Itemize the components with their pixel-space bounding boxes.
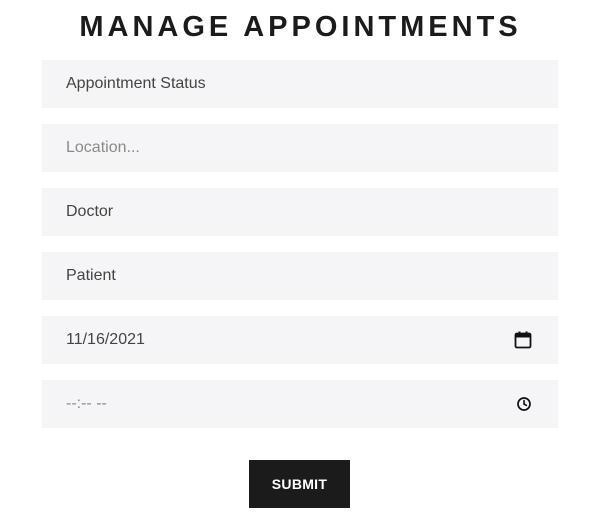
location-input[interactable]: Location... bbox=[42, 124, 558, 172]
time-placeholder: --:-- -- bbox=[66, 395, 107, 412]
doctor-select[interactable]: Doctor bbox=[42, 188, 558, 236]
patient-value: Patient bbox=[66, 267, 116, 284]
appointment-status-select[interactable]: Appointment Status bbox=[42, 60, 558, 108]
doctor-value: Doctor bbox=[66, 203, 114, 220]
page-title: MANAGE APPOINTMENTS bbox=[79, 11, 522, 43]
clock-icon[interactable] bbox=[516, 396, 532, 412]
time-input[interactable]: --:-- -- bbox=[42, 380, 558, 428]
date-value: 11/16/2021 bbox=[66, 331, 145, 348]
submit-button[interactable]: SUBMIT bbox=[249, 460, 350, 508]
location-placeholder: Location... bbox=[66, 139, 140, 156]
appointment-status-value: Appointment Status bbox=[66, 75, 206, 92]
patient-select[interactable]: Patient bbox=[42, 252, 558, 300]
calendar-icon[interactable] bbox=[514, 331, 532, 349]
date-input[interactable]: 11/16/2021 bbox=[42, 316, 558, 364]
